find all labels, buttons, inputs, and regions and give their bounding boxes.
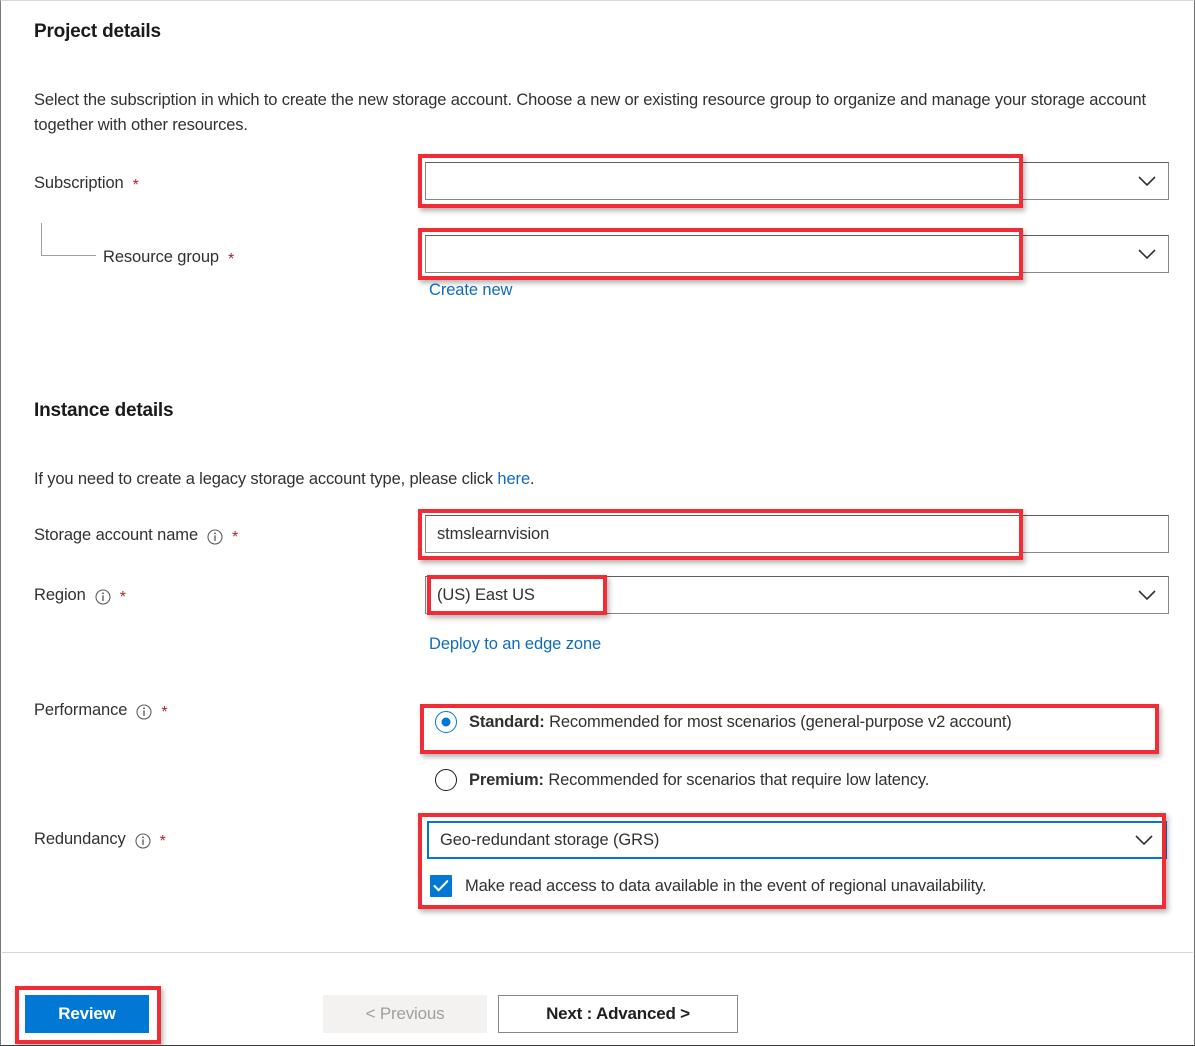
chevron-down-icon (1135, 834, 1153, 846)
subscription-label: Subscription * (34, 174, 139, 193)
radio-standard[interactable] (435, 711, 457, 733)
performance-required-asterisk: * (161, 703, 168, 721)
footer-bar: Review < Previous Next : Advanced > (1, 953, 1194, 1045)
resource-group-select[interactable] (425, 235, 1169, 273)
create-new-resource-group-link[interactable]: Create new (429, 281, 512, 300)
performance-option-premium[interactable]: Premium: Recommended for scenarios that … (435, 769, 929, 791)
region-required-asterisk: * (119, 588, 126, 606)
storage-account-name-input[interactable]: stmslearnvision (425, 515, 1169, 553)
radio-premium[interactable] (435, 769, 457, 791)
next-advanced-button[interactable]: Next : Advanced > (498, 995, 738, 1033)
region-value: (US) East US (437, 585, 535, 604)
review-button[interactable]: Review (25, 995, 149, 1033)
performance-label: Performance * (34, 701, 168, 720)
info-icon[interactable] (136, 703, 152, 720)
checkbox-read-access[interactable] (430, 875, 452, 897)
subscription-label-text: Subscription (34, 174, 124, 192)
performance-premium-text: Premium: Recommended for scenarios that … (469, 771, 929, 790)
region-label-text: Region (34, 586, 86, 604)
project-details-description: Select the subscription in which to crea… (34, 91, 1146, 134)
redundancy-value: Geo-redundant storage (GRS) (440, 830, 660, 849)
performance-standard-description: Recommended for most scenarios (general-… (544, 712, 1012, 731)
chevron-down-icon (1138, 248, 1156, 260)
performance-standard-name: Standard: (469, 712, 545, 731)
resource-group-label: Resource group * (103, 248, 234, 267)
redundancy-checkbox-label: Make read access to data available in th… (465, 876, 987, 895)
subscription-select[interactable] (425, 162, 1169, 200)
legacy-note-text-after: . (530, 470, 535, 488)
project-details-heading: Project details (34, 21, 161, 42)
info-icon[interactable] (207, 528, 223, 545)
storage-account-name-value: stmslearnvision (437, 524, 550, 543)
redundancy-required-asterisk: * (159, 832, 166, 850)
form-content-area: Project details Select the subscription … (1, 1, 1194, 952)
instance-details-heading: Instance details (34, 400, 174, 421)
redundancy-read-access-checkbox-row[interactable]: Make read access to data available in th… (430, 875, 987, 897)
region-label: Region * (34, 586, 126, 605)
create-storage-account-form-page: Project details Select the subscription … (0, 0, 1195, 1046)
deploy-edge-zone-link[interactable]: Deploy to an edge zone (429, 635, 601, 654)
storage-account-name-label-text: Storage account name (34, 526, 199, 544)
region-select[interactable]: (US) East US (425, 576, 1169, 614)
info-icon[interactable] (95, 588, 111, 605)
performance-option-standard[interactable]: Standard: Recommended for most scenarios… (435, 711, 1012, 733)
chevron-down-icon (1138, 589, 1156, 601)
chevron-down-icon (1138, 175, 1156, 187)
storage-account-name-label: Storage account name * (34, 526, 238, 545)
info-icon[interactable] (135, 832, 151, 849)
resource-group-label-text: Resource group (103, 248, 220, 266)
redundancy-label-text: Redundancy (34, 830, 126, 848)
legacy-storage-note: If you need to create a legacy storage a… (34, 467, 1169, 492)
storage-account-name-required-asterisk: * (232, 528, 239, 546)
performance-standard-text: Standard: Recommended for most scenarios… (469, 713, 1012, 732)
redundancy-select[interactable]: Geo-redundant storage (GRS) (427, 821, 1167, 859)
resource-group-required-asterisk: * (228, 250, 235, 268)
performance-label-text: Performance (34, 701, 128, 719)
performance-premium-description: Recommended for scenarios that require l… (543, 770, 930, 789)
legacy-note-text-before: If you need to create a legacy storage a… (34, 470, 498, 488)
resource-group-tree-connector (41, 223, 96, 256)
redundancy-label: Redundancy * (34, 830, 166, 849)
previous-button: < Previous (323, 995, 487, 1033)
performance-premium-name: Premium: (469, 770, 544, 789)
legacy-here-link[interactable]: here (497, 470, 530, 488)
subscription-required-asterisk: * (132, 176, 139, 194)
